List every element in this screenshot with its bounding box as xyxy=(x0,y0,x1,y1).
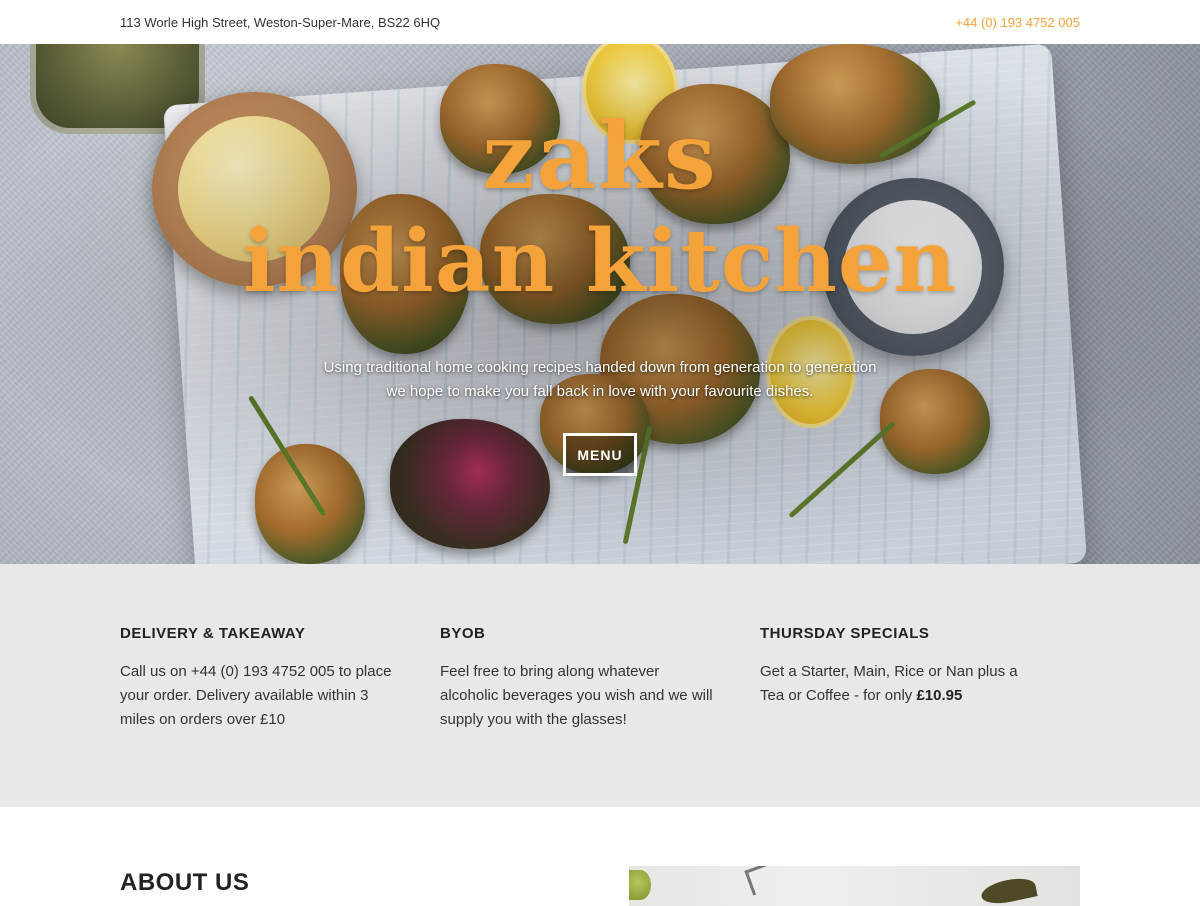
address-text: 113 Worle High Street, Weston-Super-Mare… xyxy=(120,14,441,30)
about-section: ABOUT US xyxy=(0,807,1200,906)
feature-thursday-specials: THURSDAY SPECIALS Get a Starter, Main, R… xyxy=(760,624,1080,807)
phone-link[interactable]: +44 (0) 193 4752 005 xyxy=(955,15,1080,30)
olive-image xyxy=(629,870,651,900)
menu-button[interactable]: MENU xyxy=(563,433,637,476)
hero-content: zaks indian kitchen Using traditional ho… xyxy=(0,44,1200,564)
feature-text-body: Get a Starter, Main, Rice or Nan plus a … xyxy=(760,663,1018,704)
feature-title: BYOB xyxy=(440,625,486,642)
about-food-image xyxy=(629,866,1080,906)
feature-text: Feel free to bring along whatever alcoho… xyxy=(440,663,713,728)
brand-logo-line2: indian kitchen xyxy=(242,211,958,312)
tagline-line: Using traditional home cooking recipes h… xyxy=(323,359,877,376)
top-bar: 113 Worle High Street, Weston-Super-Mare… xyxy=(0,0,1200,44)
about-title: ABOUT US xyxy=(120,869,250,896)
features-section: DELIVERY & TAKEAWAY Call us on +44 (0) 1… xyxy=(0,564,1200,807)
feature-text: Call us on +44 (0) 193 4752 005 to place… xyxy=(120,663,392,728)
feature-title: DELIVERY & TAKEAWAY xyxy=(120,625,306,642)
feature-delivery: DELIVERY & TAKEAWAY Call us on +44 (0) 1… xyxy=(120,624,440,807)
hero-section: zaks indian kitchen Using traditional ho… xyxy=(0,44,1200,564)
special-price: £10.95 xyxy=(916,687,963,704)
leaf-image xyxy=(979,874,1038,906)
feature-text: Get a Starter, Main, Rice or Nan plus a … xyxy=(760,660,1040,708)
feature-title: THURSDAY SPECIALS xyxy=(760,625,930,642)
feature-byob: BYOB Feel free to bring along whatever a… xyxy=(440,624,760,807)
hero-tagline: Using traditional home cooking recipes h… xyxy=(300,356,900,404)
brand-logo-line1: zaks xyxy=(482,102,718,210)
tongs-image xyxy=(744,866,810,896)
tagline-line: we hope to make you fall back in love wi… xyxy=(386,383,814,400)
